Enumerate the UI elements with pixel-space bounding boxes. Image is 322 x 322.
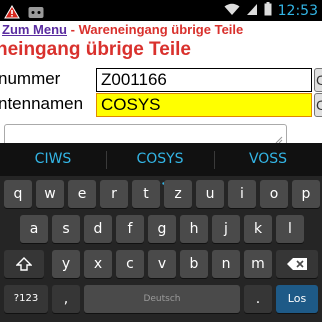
key-e[interactable]: e	[68, 180, 96, 208]
key-x[interactable]: x	[84, 250, 112, 278]
go-key[interactable]: Los	[276, 285, 318, 313]
app-content: Zum Menu - Wareneingang übrige Teile nei…	[0, 21, 322, 143]
customer-name-label: ntennamen	[0, 94, 84, 113]
key-l[interactable]: l	[276, 215, 304, 243]
resize-grip-icon	[275, 129, 283, 143]
key-m[interactable]: m	[244, 250, 272, 278]
shift-icon	[15, 256, 33, 272]
period-key[interactable]: .	[244, 285, 272, 313]
key-y[interactable]: y	[52, 250, 80, 278]
shift-key[interactable]	[4, 250, 44, 278]
clock: 12:53	[277, 2, 318, 19]
soft-keyboard: CIWS COSYS VOSS q w e r t z u i o p a s …	[0, 143, 322, 322]
key-t[interactable]: t	[132, 180, 160, 208]
key-d[interactable]: d	[84, 215, 112, 243]
key-a[interactable]: a	[20, 215, 48, 243]
key-i[interactable]: i	[228, 180, 256, 208]
suggestion-3[interactable]: VOSS	[215, 143, 321, 176]
key-h[interactable]: h	[180, 215, 208, 243]
wifi-icon	[224, 1, 240, 20]
key-p[interactable]: p	[292, 180, 320, 208]
key-r[interactable]: r	[100, 180, 128, 208]
number-label: nummer	[0, 69, 61, 88]
key-q[interactable]: q	[4, 180, 32, 208]
suggestion-1[interactable]: CIWS	[0, 143, 106, 176]
key-n[interactable]: n	[212, 250, 240, 278]
customer-name-side-button[interactable]: C	[314, 93, 322, 117]
key-z[interactable]: z	[164, 180, 192, 208]
key-s[interactable]: s	[52, 215, 80, 243]
key-f[interactable]: f	[116, 215, 144, 243]
breadcrumb-current: Wareneingang übrige Teile	[78, 22, 244, 37]
breadcrumb-separator: -	[67, 22, 79, 37]
symbols-key[interactable]: ?123	[4, 285, 48, 313]
key-j[interactable]: j	[212, 215, 240, 243]
notes-textarea[interactable]	[4, 124, 287, 143]
key-k[interactable]: k	[244, 215, 272, 243]
status-bar: 12:53	[0, 0, 322, 21]
key-o[interactable]: o	[260, 180, 288, 208]
number-side-button[interactable]: C	[314, 68, 322, 92]
space-key[interactable]: Deutsch	[84, 285, 240, 313]
key-g[interactable]: g	[148, 215, 176, 243]
backspace-key[interactable]	[276, 250, 318, 278]
suggestion-strip: CIWS COSYS VOSS	[0, 143, 322, 185]
breadcrumb: Zum Menu - Wareneingang übrige Teile	[2, 22, 243, 37]
more-suggestions-icon	[153, 170, 165, 185]
customer-name-field[interactable]: COSYS	[96, 93, 312, 117]
battery-icon	[264, 1, 272, 20]
comma-key[interactable]: ,	[52, 285, 80, 313]
back-to-menu-link[interactable]: Zum Menu	[2, 22, 67, 37]
signal-icon	[246, 1, 258, 20]
key-v[interactable]: v	[148, 250, 176, 278]
page-title: neingang übrige Teile	[0, 39, 191, 60]
key-w[interactable]: w	[36, 180, 64, 208]
number-field[interactable]: Z001166	[96, 68, 312, 92]
key-u[interactable]: u	[196, 180, 224, 208]
key-c[interactable]: c	[116, 250, 144, 278]
key-b[interactable]: b	[180, 250, 208, 278]
backspace-icon	[287, 256, 307, 272]
